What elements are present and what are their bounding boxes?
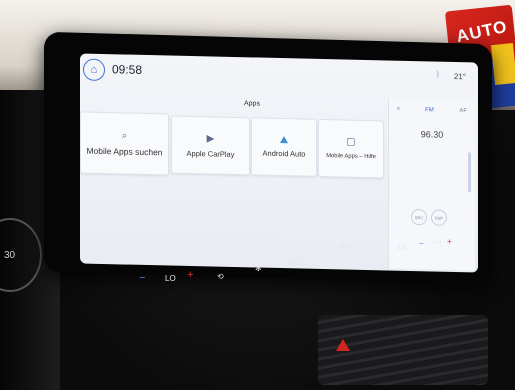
tile-label: Mobile Apps – Hilfe <box>326 152 376 160</box>
max-defrost-button[interactable]: MAX <box>339 244 350 250</box>
dsp-button[interactable]: DSP <box>431 209 447 226</box>
play-icon: ▶ <box>206 132 215 145</box>
search-apps-icon: ⌕ <box>121 130 128 142</box>
rear-defrost-icon[interactable]: ▭ <box>371 248 379 257</box>
radio-panel[interactable]: ᵠ FM AF 96.30 SRC DSP <box>388 98 475 271</box>
home-button[interactable]: ⌂ <box>83 58 105 82</box>
tile-mobile-apps-help[interactable]: ▢ Mobile Apps – Hilfe <box>318 118 384 179</box>
auto-button[interactable]: AUTO <box>285 258 307 267</box>
temp-up-right-button[interactable]: + <box>447 237 452 246</box>
temp-down-left-button[interactable]: − <box>139 272 145 284</box>
src-button[interactable]: SRC <box>411 208 427 226</box>
fan-icon[interactable]: ✻ <box>255 264 262 273</box>
tile-label: Android Auto <box>262 148 306 159</box>
android-auto-icon <box>280 136 288 144</box>
hazard-icon[interactable] <box>336 339 350 351</box>
radio-tabs: ᵠ FM AF <box>397 107 467 115</box>
home-icon: ⌂ <box>90 63 98 76</box>
ac-button[interactable]: A/C <box>397 246 407 252</box>
tile-android-auto[interactable]: Android Auto <box>251 117 317 177</box>
tile-label: Apple CarPlay <box>186 148 235 159</box>
gauge-reading: 30 <box>4 250 16 261</box>
tab-af[interactable]: AF <box>459 108 467 114</box>
clock: 09:58 <box>112 62 143 77</box>
antenna-icon: ᵠ <box>397 106 400 113</box>
right-temp: LO <box>433 240 442 246</box>
tile-label: Mobile Apps suchen <box>86 145 163 158</box>
left-temp: LO <box>165 274 176 283</box>
tile-apple-carplay[interactable]: ▶ Apple CarPlay <box>171 115 250 176</box>
temp-up-left-button[interactable]: + <box>187 269 193 281</box>
tab-fm[interactable]: FM <box>425 107 434 113</box>
help-icon: ▢ <box>346 136 356 148</box>
dealer-sign-yellow <box>490 42 515 86</box>
scrollbar[interactable] <box>468 152 471 193</box>
outside-temperature: 21° <box>453 71 466 82</box>
apps-title: Apps <box>244 100 260 108</box>
fan-speed-icon[interactable]: ♨ <box>317 252 324 261</box>
radio-frequency: 96.30 <box>420 129 444 140</box>
climate-bar: − LO + ⟲ ✻ AUTO ♨ MAX ▭ A/C − LO + <box>125 237 460 288</box>
temp-down-right-button[interactable]: − <box>419 239 424 248</box>
bluetooth-icon: ᛒ <box>435 71 440 79</box>
tile-mobile-apps-search[interactable]: ⌕ Mobile Apps suchen <box>80 111 169 176</box>
recirculation-icon[interactable]: ⟲ <box>217 272 224 281</box>
